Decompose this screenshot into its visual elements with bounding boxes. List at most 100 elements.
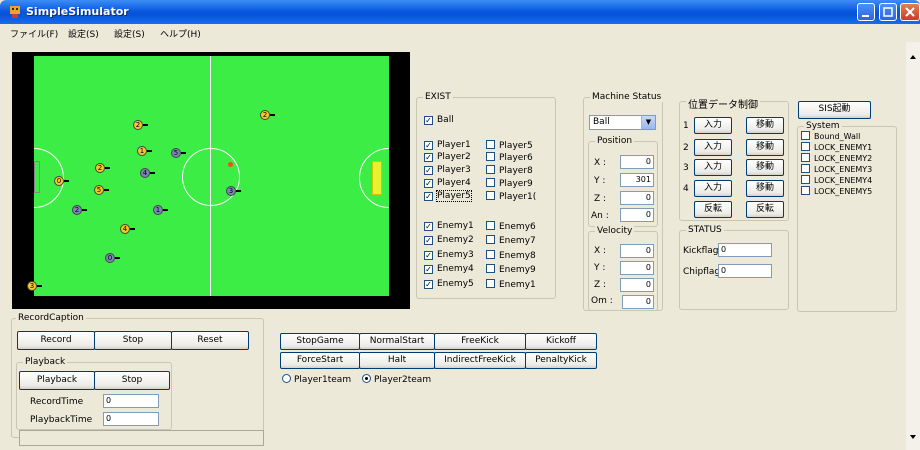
checkbox-icon[interactable] [801,186,810,195]
exist-player6-checkbox[interactable]: Player6 [486,152,533,163]
exist-player9-checkbox[interactable]: Player9 [486,178,533,189]
lock-enemy3-checkbox[interactable]: LOCK_ENEMY3 [801,164,872,174]
record-stop-button[interactable]: Stop [94,331,172,350]
robot-yellow-3[interactable]: 3 [27,281,42,291]
exist-enemy8-checkbox[interactable]: Enemy8 [486,250,536,261]
playback-button[interactable]: Playback [19,371,95,390]
checkbox-icon[interactable]: ✓ [424,166,433,175]
checkbox-icon[interactable]: ✓ [424,192,433,201]
exist-player2-checkbox[interactable]: ✓ Player2 [424,152,471,162]
force-start-button[interactable]: ForceStart [280,352,360,369]
checkbox-icon[interactable] [486,152,495,161]
robot-yellow-2[interactable]: 2 [260,110,275,120]
checkbox-icon[interactable]: ✓ [424,251,433,260]
exist-enemy9-checkbox[interactable]: Enemy9 [486,264,536,275]
robot-yellow-2[interactable]: 2 [95,163,110,173]
checkbox-icon[interactable] [486,140,495,149]
record-time-field[interactable]: 0 [103,394,159,408]
exist-ball-checkbox[interactable]: ✓ Ball [424,115,454,125]
robot-blue-1[interactable]: 1 [153,205,168,215]
robot-yellow-4[interactable]: 4 [120,224,135,234]
exist-enemy5-checkbox[interactable]: ✓ Enemy5 [424,279,474,289]
exist-enemy7-checkbox[interactable]: Enemy7 [486,235,536,246]
vel-y-field[interactable]: 0 [620,261,654,275]
checkbox-icon[interactable]: ✓ [424,222,433,231]
vel-z-field[interactable]: 0 [620,278,654,292]
robot-yellow-5[interactable]: 5 [94,185,109,195]
chevron-down-icon[interactable]: ▼ [641,116,655,129]
slot-3-move-button[interactable]: 移動 [746,159,784,176]
sis-start-button[interactable]: SIS起動 [798,101,871,119]
slot-4-input-button[interactable]: 入力 [694,180,732,197]
halt-button[interactable]: Halt [359,352,435,369]
menu-help[interactable]: ヘルプ(H) [160,27,201,40]
checkbox-icon[interactable] [801,153,810,162]
lock-enemy1-checkbox[interactable]: LOCK_ENEMY1 [801,142,872,152]
soccer-pitch[interactable] [34,56,389,296]
exist-player5b-checkbox[interactable]: Player5 [486,140,533,151]
checkbox-icon[interactable]: ✓ [424,265,433,274]
vel-x-field[interactable]: 0 [620,244,654,258]
normal-start-button[interactable]: NormalStart [359,333,435,350]
scroll-down-icon[interactable] [906,430,920,444]
exist-player4-checkbox[interactable]: ✓ Player4 [424,178,471,188]
exist-enemy6-checkbox[interactable]: Enemy6 [486,221,536,232]
exist-player5-checkbox[interactable]: ✓ Player5 [424,190,472,202]
maximize-button[interactable] [879,3,897,21]
team1-radio[interactable]: Player1team [282,374,351,385]
checkbox-icon[interactable] [801,175,810,184]
free-kick-button[interactable]: FreeKick [434,333,526,350]
machine-select[interactable]: Ball ▼ [589,115,656,130]
lock-enemy5-checkbox[interactable]: LOCK_ENEMY5 [801,186,872,196]
exist-player8-checkbox[interactable]: Player8 [486,165,533,176]
checkbox-icon[interactable] [486,250,495,259]
robot-blue-3[interactable]: 3 [226,186,241,196]
pos-y-field[interactable]: 301 [620,173,654,187]
kickoff-button[interactable]: Kickoff [525,333,597,350]
invert-button-2[interactable]: 反転 [746,201,784,218]
exist-player1-checkbox[interactable]: ✓ Player1 [424,140,471,150]
checkbox-icon[interactable] [486,235,495,244]
checkbox-icon[interactable] [486,178,495,187]
exist-enemy3-checkbox[interactable]: ✓ Enemy3 [424,250,474,260]
menu-settings-1[interactable]: 設定(S) [68,27,99,40]
menu-settings-2[interactable]: 設定(S) [114,27,145,40]
exist-enemy1-checkbox[interactable]: ✓ Enemy1 [424,221,474,231]
exist-enemy2-checkbox[interactable]: ✓ Enemy2 [424,235,474,245]
indirect-free-kick-button[interactable]: IndirectFreeKick [434,352,526,369]
checkbox-icon[interactable] [486,279,495,288]
checkbox-icon[interactable] [486,191,495,200]
close-button[interactable] [900,3,920,21]
menu-file[interactable]: ファイル(F) [10,27,58,40]
bound-wall-checkbox[interactable]: Bound_Wall [801,131,860,141]
vel-om-field[interactable]: 0 [622,295,654,309]
checkbox-icon[interactable]: ✓ [424,116,433,125]
invert-button-1[interactable]: 反転 [694,201,732,218]
record-button[interactable]: Record [17,331,95,350]
slot-4-move-button[interactable]: 移動 [746,180,784,197]
checkbox-icon[interactable] [801,142,810,151]
exist-player3-checkbox[interactable]: ✓ Player3 [424,165,471,175]
checkbox-icon[interactable] [801,164,810,173]
checkbox-icon[interactable] [486,264,495,273]
lock-enemy4-checkbox[interactable]: LOCK_ENEMY4 [801,175,872,185]
playback-stop-button[interactable]: Stop [94,371,170,390]
scroll-up-icon[interactable] [906,50,920,64]
kickflag-field[interactable]: 0 [718,243,772,257]
robot-yellow-2[interactable]: 2 [133,120,148,130]
pos-z-field[interactable]: 0 [620,191,654,205]
minimize-button[interactable] [857,3,875,21]
exist-enemy4-checkbox[interactable]: ✓ Enemy4 [424,264,474,274]
robot-yellow-1[interactable]: 1 [137,146,152,156]
checkbox-icon[interactable]: ✓ [424,236,433,245]
vertical-scrollbar[interactable] [906,42,920,450]
reset-button[interactable]: Reset [171,331,249,350]
lock-enemy2-checkbox[interactable]: LOCK_ENEMY2 [801,153,872,163]
robot-blue-5[interactable]: 5 [171,148,186,158]
exist-player10-checkbox[interactable]: Player1( [486,191,536,202]
slot-3-input-button[interactable]: 入力 [694,159,732,176]
radio-icon[interactable] [282,374,291,383]
pos-x-field[interactable]: 0 [620,155,654,169]
radio-icon[interactable] [362,374,371,383]
chipflag-field[interactable]: 0 [718,264,772,278]
